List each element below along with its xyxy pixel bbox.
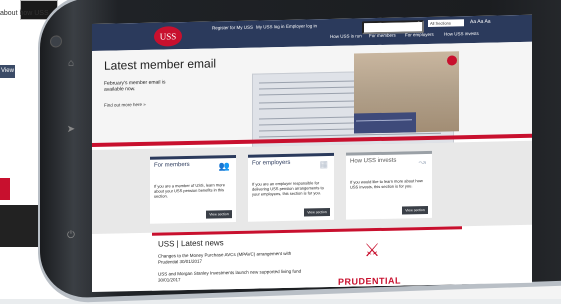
card-title: For employers [252, 159, 291, 167]
latest-news: USS | Latest news Changes to the Money P… [152, 226, 462, 292]
top-link-employer[interactable]: Employer log in [286, 23, 317, 29]
background-red-mark [0, 178, 10, 200]
card-for-members[interactable]: For members 👥 If you are a member of USS… [150, 154, 236, 224]
view-section-button[interactable]: View section [206, 210, 232, 219]
view-section-button[interactable]: View section [304, 208, 330, 217]
employer-icon: ▦ [319, 159, 328, 170]
card-title: For members [154, 161, 190, 169]
doc-line [259, 86, 369, 90]
camera-icon [50, 35, 62, 48]
nav-how-uss-is-run[interactable]: How USS is run [330, 33, 362, 39]
photo-caption-line [356, 119, 412, 122]
section-cards: For members 👥 If you are a member of USS… [92, 140, 532, 234]
news-title: USS | Latest news [158, 238, 224, 249]
power-icon: ⏻ [67, 229, 75, 242]
uss-logo[interactable]: USS [154, 26, 182, 47]
nav-how-uss-invests[interactable]: How USS invests [444, 31, 479, 37]
search-icon[interactable]: ⌕ [417, 20, 420, 27]
card-body: If you would like to learn more about ho… [350, 178, 423, 190]
chart-icon: ↝ [418, 157, 426, 168]
prudential-promo[interactable]: ⚔ PRUDENTIAL [330, 234, 456, 290]
card-how-uss-invests[interactable]: How USS invests ↝ If you would like to l… [346, 150, 432, 220]
font-size-controls[interactable]: Aa Aa Aa [470, 19, 491, 25]
promo-text: PRUDENTIAL [338, 275, 401, 287]
background-dark-block [0, 205, 40, 247]
arrow-icon: ➤ [66, 123, 76, 136]
hero-title: Latest member email [104, 56, 217, 73]
view-section-button[interactable]: View section [402, 205, 428, 215]
card-body: If you are a member of USS, learn more a… [154, 182, 225, 199]
background-view-button: View [0, 65, 15, 78]
prudential-logo-icon: ⚔ [364, 239, 381, 261]
card-body: If you are an employer responsible for d… [252, 180, 324, 197]
top-link-login[interactable]: My USS log in [256, 24, 285, 30]
section-select[interactable]: All Sections [428, 19, 464, 27]
home-button-icon: ⌂ [67, 57, 75, 70]
screen: USS Register for My USS My USS log in Em… [92, 14, 532, 292]
nav-for-members[interactable]: For members [369, 33, 396, 39]
hero-link[interactable]: Find out more here » [104, 102, 146, 108]
top-link-register[interactable]: Register for My USS [212, 25, 253, 31]
card-for-employers[interactable]: For employers ▦ If you are an employer r… [248, 152, 334, 222]
hero-banner: Latest member email February's member em… [92, 41, 532, 148]
card-title: How USS invests [350, 157, 397, 165]
background-text: about how USS [0, 10, 49, 17]
news-item[interactable]: Changes to the Money Purchase AVCs (MPAV… [158, 250, 308, 265]
doc-line [259, 100, 367, 104]
members-icon: 👥 [218, 161, 230, 172]
photo-caption [354, 112, 416, 134]
news-item[interactable]: USS and Morgan Stanley Investments launc… [158, 268, 308, 283]
nav-for-employers[interactable]: For employers [405, 32, 434, 38]
hero-subtitle: February's member email is available now… [104, 79, 166, 93]
